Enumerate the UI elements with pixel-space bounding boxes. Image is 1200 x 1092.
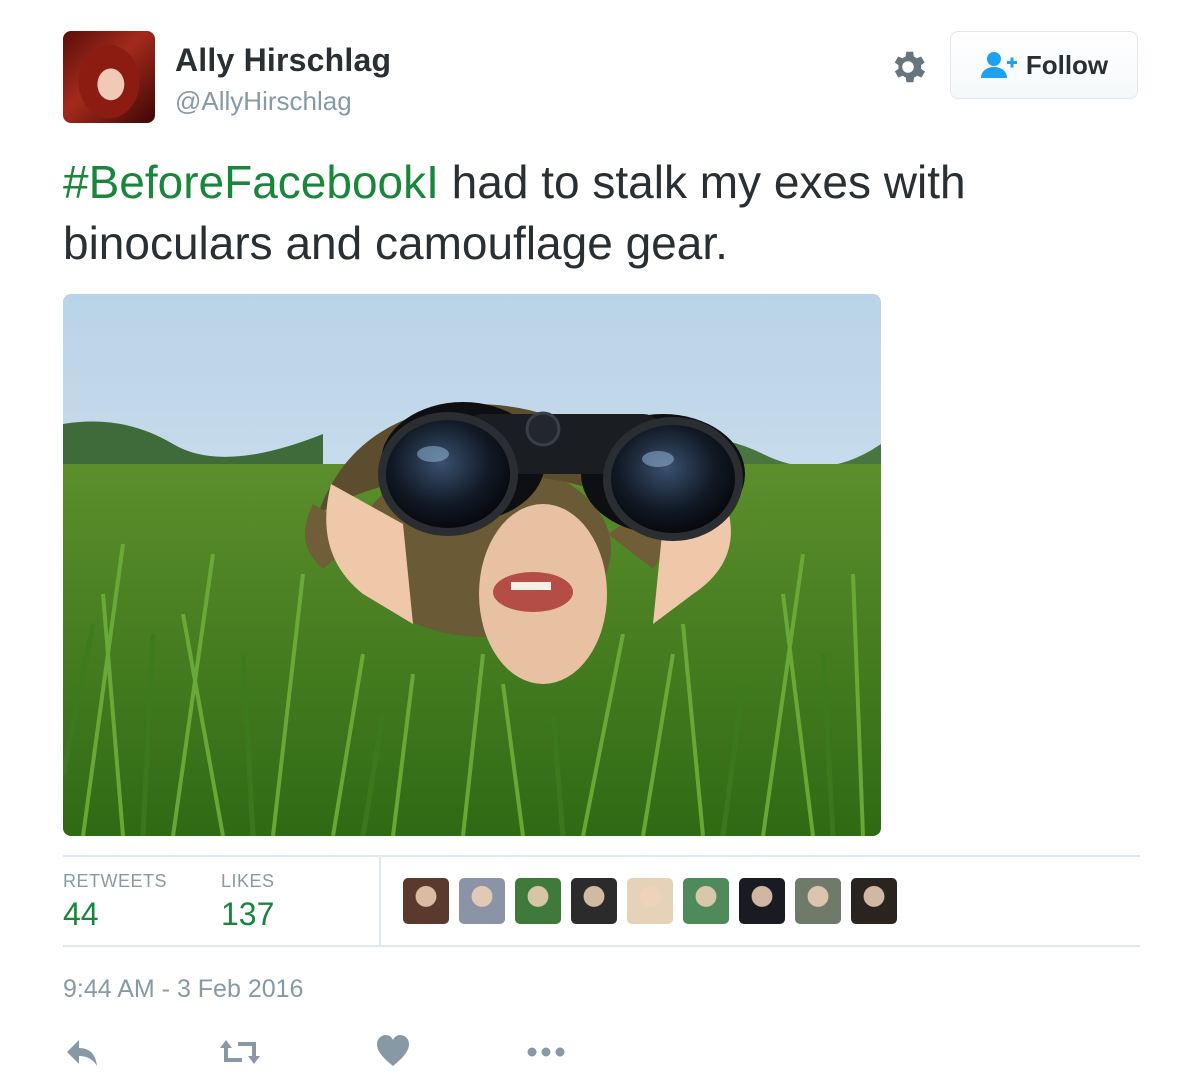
- gear-icon[interactable]: [887, 46, 929, 88]
- author-display-name[interactable]: Ally Hirschlag: [175, 42, 391, 79]
- liker-avatar[interactable]: [739, 878, 785, 924]
- author-handle[interactable]: @AllyHirschlag: [175, 86, 352, 117]
- avatar[interactable]: [63, 31, 155, 123]
- tweet-photo[interactable]: [63, 294, 881, 836]
- liker-avatar[interactable]: [851, 878, 897, 924]
- liker-avatar[interactable]: [795, 878, 841, 924]
- tweet-card: Ally Hirschlag @AllyHirschlag Follow #Be…: [0, 0, 1200, 1092]
- hashtag-link[interactable]: #BeforeFacebookI: [63, 156, 439, 208]
- stats-separator: [379, 857, 381, 945]
- liker-avatar[interactable]: [459, 878, 505, 924]
- liker-avatar[interactable]: [515, 878, 561, 924]
- liker-avatar[interactable]: [403, 878, 449, 924]
- binoculars-photo: [63, 294, 881, 836]
- liker-avatar[interactable]: [571, 878, 617, 924]
- stats-bottom-divider: [63, 945, 1140, 947]
- liker-avatar[interactable]: [683, 878, 729, 924]
- follow-button[interactable]: Follow: [950, 31, 1138, 99]
- stats-top-divider: [63, 855, 1140, 857]
- add-user-icon: [980, 52, 1017, 78]
- more-icon[interactable]: [526, 1032, 566, 1072]
- reply-icon[interactable]: [63, 1032, 101, 1072]
- like-icon[interactable]: [376, 1032, 410, 1072]
- follow-label: Follow: [1025, 49, 1109, 80]
- likes-label: LIKES: [221, 871, 275, 891]
- retweets-count[interactable]: 44: [63, 896, 99, 933]
- timestamp[interactable]: 9:44 AM - 3 Feb 2016: [63, 975, 303, 1004]
- liker-avatar[interactable]: [627, 878, 673, 924]
- likes-count[interactable]: 137: [221, 896, 274, 933]
- retweet-icon[interactable]: [218, 1032, 262, 1072]
- tweet-text: #BeforeFacebookI had to stalk my exes wi…: [63, 152, 1143, 274]
- retweets-label: RETWEETS: [63, 871, 168, 891]
